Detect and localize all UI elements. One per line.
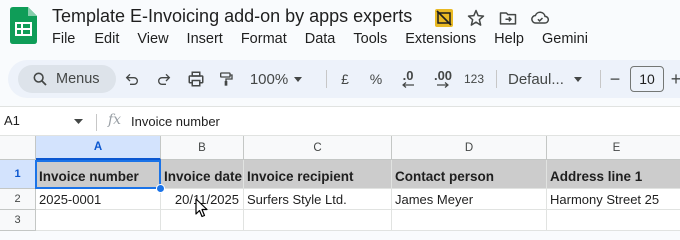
select-all-corner[interactable] [0,136,36,160]
menu-gemini[interactable]: Gemini [542,31,588,47]
cell-b1[interactable]: Invoice date [161,160,244,189]
font-family-dropdown[interactable]: Defaul... [508,60,588,98]
redo-button[interactable] [152,60,176,98]
fx-icon: fx [108,112,122,128]
search-icon [33,72,47,86]
column-header-e[interactable]: E [547,136,680,160]
spreadsheet-app: Template E-Invoicing add-on by apps expe… [0,0,680,231]
cell-a2[interactable]: 2025-0001 [36,189,161,210]
cell-e1[interactable]: Address line 1 [547,160,680,189]
cell-d2[interactable]: James Meyer [392,189,547,210]
decrease-decimal-label: .0 [402,68,414,83]
sheet-grid: A B C D E 1 2 3 Invoice number Invoice d… [0,136,680,231]
arrow-right-icon [437,82,449,88]
title-actions [432,7,552,29]
cell-d3[interactable] [392,210,547,231]
cell-e3[interactable] [547,210,680,231]
formula-input[interactable]: Invoice number [131,114,220,129]
chevron-down-icon [573,76,582,82]
font-size-input[interactable]: 10 [630,66,664,92]
column-header-a[interactable]: A [36,136,161,160]
menu-data[interactable]: Data [305,31,336,47]
percent-label: % [369,71,383,87]
menu-edit[interactable]: Edit [94,31,119,47]
row-header-1[interactable]: 1 [0,160,36,189]
document-title[interactable]: Template E-Invoicing add-on by apps expe… [52,6,412,27]
formula-divider [96,114,97,131]
cell-d1[interactable]: Contact person [392,160,547,189]
column-header-c[interactable]: C [244,136,392,160]
font-size-decrease-button[interactable]: − [607,60,623,98]
font-family-value: Defaul... [508,70,564,88]
cell-a3[interactable] [36,210,161,231]
currency-button[interactable]: £ [336,60,354,98]
font-size-plus-label: + [670,68,680,89]
cell-e2[interactable]: Harmony Street 25 [547,189,680,210]
sheets-logo-icon[interactable] [10,7,37,44]
number-format-label: 123 [463,72,485,86]
cell-a1[interactable]: Invoice number [36,160,161,189]
toolbar-divider [496,70,497,88]
undo-icon [125,73,138,85]
mouse-pointer-icon [195,198,208,218]
paint-format-button[interactable] [214,60,238,98]
font-size-value: 10 [639,71,655,87]
search-menus-label: Menus [56,71,100,87]
arrow-left-icon [402,82,414,88]
star-icon[interactable] [464,7,488,29]
row-header-2[interactable]: 2 [0,189,36,210]
percent-button[interactable]: % [366,60,386,98]
addon-badge-icon[interactable] [432,7,456,29]
undo-button[interactable] [120,60,144,98]
print-button[interactable] [184,60,208,98]
row-header-3[interactable]: 3 [0,210,36,231]
menu-file[interactable]: File [52,31,75,47]
increase-decimal-label: .00 [433,68,453,83]
cell-c1[interactable]: Invoice recipient [244,160,392,189]
column-header-b[interactable]: B [161,136,244,160]
move-folder-icon[interactable] [496,7,520,29]
menu-format[interactable]: Format [241,31,287,47]
search-menus[interactable]: Menus [18,65,116,93]
more-formats-button[interactable]: 123 [464,60,484,98]
cloud-saved-icon[interactable] [528,7,552,29]
toolbar: Menus 100% £ % .0 .00 123 Defaul... − 10… [8,60,680,98]
chevron-down-icon [294,76,303,82]
name-box[interactable]: A1 [4,113,20,128]
menu-extensions[interactable]: Extensions [405,31,476,47]
currency-label: £ [341,71,349,87]
font-size-minus-label: − [609,68,621,89]
redo-icon [158,73,171,85]
menu-help[interactable]: Help [494,31,524,47]
fill-handle[interactable] [156,184,165,193]
chevron-down-icon[interactable] [74,114,83,128]
print-icon [188,71,204,87]
menu-view[interactable]: View [137,31,168,47]
decrease-decimal-button[interactable]: .0 [396,60,420,98]
increase-decimal-button[interactable]: .00 [428,60,458,98]
cell-c2[interactable]: Surfers Style Ltd. [244,189,392,210]
menu-insert[interactable]: Insert [187,31,223,47]
cell-c3[interactable] [244,210,392,231]
paint-format-icon [220,72,233,86]
toolbar-divider [600,70,601,88]
toolbar-divider [326,70,327,88]
column-header-d[interactable]: D [392,136,547,160]
formula-bar: A1 fx Invoice number [0,106,680,136]
zoom-value: 100% [249,70,289,88]
font-size-increase-button[interactable]: + [668,60,680,98]
menu-tools[interactable]: Tools [353,31,387,47]
menu-bar: File Edit View Insert Format Data Tools … [52,31,606,47]
zoom-dropdown[interactable]: 100% [248,60,304,98]
